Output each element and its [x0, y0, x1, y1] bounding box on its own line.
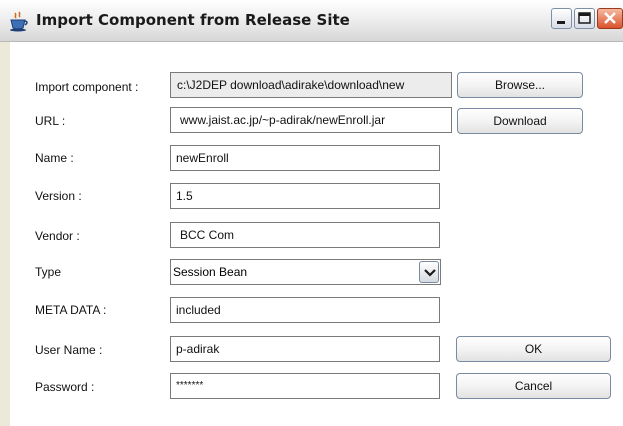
ok-button[interactable]: OK	[456, 336, 611, 362]
minimize-button[interactable]	[551, 8, 572, 29]
maximize-icon	[578, 12, 591, 24]
user-name-label: User Name :	[35, 343, 103, 357]
dialog-window: Import Component from Release Site Impor…	[0, 0, 623, 426]
password-label: Password :	[35, 380, 95, 394]
close-button[interactable]	[597, 8, 623, 29]
name-label: Name :	[35, 151, 74, 165]
name-field[interactable]: newEnroll	[170, 145, 440, 171]
user-name-field[interactable]: p-adirak	[170, 336, 440, 362]
minimize-icon	[557, 21, 565, 24]
browse-button[interactable]: Browse...	[457, 72, 583, 98]
vendor-field[interactable]: BCC Com	[170, 222, 440, 248]
url-label: URL :	[35, 114, 66, 128]
cancel-button[interactable]: Cancel	[456, 373, 611, 399]
version-field[interactable]: 1.5	[170, 183, 440, 209]
java-cup-icon	[8, 10, 30, 32]
url-field[interactable]: www.jaist.ac.jp/~p-adirak/newEnroll.jar	[170, 107, 452, 133]
meta-data-field[interactable]: included	[170, 297, 440, 323]
chevron-down-icon	[424, 269, 436, 277]
form-panel: Import component : c:\J2DEP download\adi…	[10, 42, 623, 426]
import-component-field[interactable]: c:\J2DEP download\adirake\download\new	[170, 72, 452, 98]
vendor-label: Vendor :	[35, 229, 80, 243]
meta-data-label: META DATA :	[35, 303, 107, 317]
type-dropdown-button[interactable]	[419, 261, 439, 283]
download-button[interactable]: Download	[457, 108, 583, 134]
type-select[interactable]: Session Bean	[170, 259, 441, 285]
maximize-button[interactable]	[574, 8, 595, 29]
type-select-value: Session Bean	[173, 265, 248, 279]
close-icon	[604, 12, 616, 24]
type-label: Type	[35, 265, 62, 279]
title-bar[interactable]: Import Component from Release Site	[0, 0, 623, 42]
import-component-label: Import component :	[35, 80, 139, 94]
window-title: Import Component from Release Site	[36, 11, 350, 29]
version-label: Version :	[35, 189, 82, 203]
password-field[interactable]: *******	[170, 373, 440, 399]
